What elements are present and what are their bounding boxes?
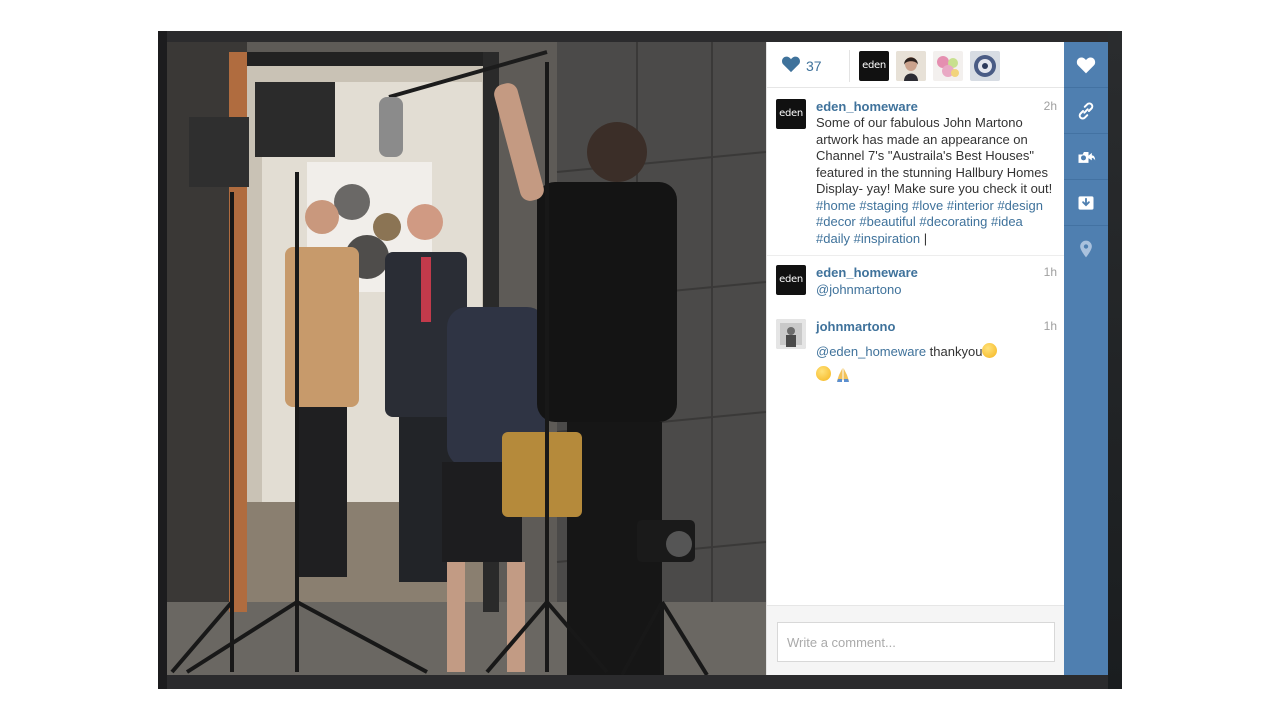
comment-body-text: thankyou bbox=[929, 344, 983, 359]
caption-username[interactable]: eden_homeware bbox=[816, 99, 918, 114]
hashtag[interactable]: #inspiration bbox=[854, 231, 921, 246]
likes-count[interactable]: 37 bbox=[806, 58, 822, 74]
comment-text: @eden_homeware thankyou bbox=[816, 340, 1056, 386]
comment-text: @johnmartono bbox=[816, 282, 1056, 299]
mention-link[interactable]: @eden_homeware bbox=[816, 344, 926, 359]
hashtag[interactable]: #love bbox=[912, 198, 943, 213]
caption-plain-text: Some of our fabulous John Martono artwor… bbox=[816, 115, 1053, 196]
heart-icon[interactable] bbox=[781, 55, 801, 73]
comment-time: 1h bbox=[1043, 319, 1057, 333]
avatar[interactable]: eden bbox=[776, 265, 806, 295]
post-photo[interactable] bbox=[167, 42, 766, 675]
liker-avatar[interactable]: eden bbox=[859, 51, 889, 81]
like-button[interactable] bbox=[1064, 42, 1108, 88]
hashtag[interactable]: #decor bbox=[816, 214, 856, 229]
hashtag[interactable]: #idea bbox=[991, 214, 1023, 229]
caption-time: 2h bbox=[1043, 99, 1057, 113]
hashtag[interactable]: #interior bbox=[947, 198, 994, 213]
comment-list: eden eden_homeware 2h Some of our fabulo… bbox=[767, 89, 1065, 605]
divider bbox=[767, 255, 1065, 256]
comment-composer bbox=[767, 605, 1065, 675]
link-button[interactable] bbox=[1064, 88, 1108, 134]
heart-icon bbox=[1076, 57, 1096, 73]
likes-bar: 37 eden bbox=[767, 42, 1065, 88]
liker-avatar[interactable] bbox=[970, 51, 1000, 81]
photo-illustration bbox=[167, 42, 766, 675]
comments-panel: 37 eden eden eden_homeware 2h Some of ou… bbox=[766, 42, 1065, 675]
location-icon bbox=[1080, 240, 1092, 258]
save-icon bbox=[1078, 195, 1094, 210]
liker-avatar[interactable] bbox=[896, 51, 926, 81]
hashtag[interactable]: #design bbox=[997, 198, 1043, 213]
praying-hands-emoji-icon bbox=[836, 368, 849, 382]
mention-link[interactable]: @johnmartono bbox=[816, 282, 901, 297]
share-button[interactable] bbox=[1064, 134, 1108, 180]
location-button[interactable] bbox=[1064, 226, 1108, 272]
comment-time: 1h bbox=[1043, 265, 1057, 279]
caption-trailing: | bbox=[923, 230, 928, 246]
comment-input[interactable] bbox=[777, 622, 1055, 662]
action-rail bbox=[1064, 42, 1108, 675]
avatar[interactable]: eden bbox=[776, 99, 806, 129]
background-right bbox=[1108, 31, 1122, 689]
comment-username[interactable]: eden_homeware bbox=[816, 265, 918, 280]
background-edge bbox=[158, 31, 167, 689]
smile-emoji-icon bbox=[816, 366, 831, 381]
save-button[interactable] bbox=[1064, 180, 1108, 226]
caption-text: Some of our fabulous John Martono artwor… bbox=[816, 115, 1056, 263]
smile-emoji-icon bbox=[982, 343, 998, 358]
share-icon bbox=[1078, 151, 1096, 163]
hashtag[interactable]: #home bbox=[816, 198, 856, 213]
avatar[interactable] bbox=[776, 319, 806, 349]
hashtag[interactable]: #decorating bbox=[919, 214, 987, 229]
hashtag[interactable]: #staging bbox=[859, 198, 908, 213]
divider bbox=[849, 50, 850, 82]
link-icon bbox=[1078, 101, 1094, 120]
hashtag[interactable]: #beautiful bbox=[859, 214, 915, 229]
hashtag[interactable]: #daily bbox=[816, 231, 850, 246]
liker-avatar[interactable] bbox=[933, 51, 963, 81]
comment-username[interactable]: johnmartono bbox=[816, 319, 895, 334]
